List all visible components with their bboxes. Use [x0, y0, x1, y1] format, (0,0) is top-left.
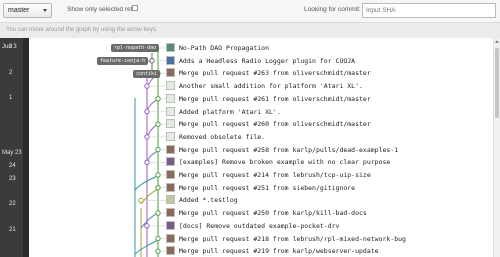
commit-message: [examples] Remove broken example with no… — [179, 158, 391, 167]
commit-node[interactable] — [138, 197, 144, 204]
branch-select-value: master — [8, 7, 30, 14]
commit-row[interactable]: Merge pull request #258 from karlp/pulls… — [166, 144, 493, 156]
commit-node[interactable] — [155, 210, 161, 216]
only-selected-ref-label: Show only selected ref — [67, 6, 133, 13]
commit-node[interactable] — [155, 172, 161, 178]
chevron-down-icon — [43, 9, 47, 12]
commit-message: Merge pull request #214 from lebrush/tcp… — [179, 171, 371, 179]
commit-row[interactable]: Adds a Headless Radio Logger plugin for … — [166, 55, 493, 67]
commit-message: Merge pull request #261 from oliverschmi… — [179, 94, 371, 103]
avatar — [166, 119, 175, 129]
avatar — [166, 182, 175, 192]
avatar — [166, 208, 175, 218]
only-selected-ref-checkbox[interactable] — [132, 5, 138, 11]
ref-tag[interactable]: contiki — [133, 70, 161, 78]
avatar — [166, 131, 175, 141]
commit-row[interactable]: Merge pull request #260 from oliverschmi… — [166, 118, 493, 130]
commit-node[interactable] — [155, 248, 161, 254]
commit-node[interactable] — [155, 96, 161, 102]
commit-message: Merge pull request #251 from sieben/giti… — [179, 183, 356, 192]
commit-message: Another small addition for platform 'Ata… — [179, 82, 363, 91]
commit-node[interactable] — [155, 185, 161, 191]
avatar — [166, 157, 175, 167]
commit-message: Added *.testlog — [179, 196, 238, 205]
avatar — [166, 246, 175, 256]
commit-message: Merge pull request #219 from karlp/webse… — [179, 247, 379, 256]
commit-row[interactable]: Added *.testlog — [166, 194, 493, 206]
avatar — [166, 43, 175, 52]
scroll-up-arrow-icon[interactable] — [495, 40, 499, 43]
commit-message: Merge pull request #260 from oliverschmi… — [179, 120, 371, 129]
looking-for-commit-label: Looking for commit: — [304, 6, 361, 13]
commit-message: Merge pull request #250 from karlp/kill-… — [179, 209, 367, 218]
commit-node[interactable] — [144, 134, 150, 140]
commit-node[interactable] — [149, 58, 155, 64]
avatar — [166, 93, 175, 103]
avatar — [166, 144, 175, 154]
avatar — [166, 106, 175, 116]
commit-node[interactable] — [155, 146, 161, 153]
commit-row[interactable]: Merge pull request #251 from sieben/giti… — [166, 182, 493, 194]
commit-row[interactable]: Another small addition for platform 'Ata… — [166, 80, 493, 92]
commit-message: Merge pull request #218 from lebrush/rpl… — [179, 234, 406, 243]
sha-input[interactable] — [362, 3, 496, 18]
commit-row[interactable]: [docs] Remove outdated example-pocket-dr… — [166, 220, 493, 232]
commit-message: [docs] Remove outdated example-pocket-dr… — [179, 221, 340, 230]
scroll-thumb[interactable] — [495, 48, 499, 118]
toolbar: master Show only selected ref Looking fo… — [0, 0, 500, 23]
ref-tag[interactable]: feature-cooja-h — [97, 57, 149, 65]
commit-node[interactable] — [144, 223, 150, 229]
commit-row[interactable]: No-Path DAO Propagation — [166, 42, 493, 54]
commit-row[interactable]: Merge pull request #214 from lebrush/tcp… — [166, 169, 493, 181]
avatar — [166, 233, 175, 243]
commit-row[interactable]: Merge pull request #218 from lebrush/rpl… — [166, 233, 493, 245]
commit-message: No-Path DAO Propagation — [179, 44, 270, 52]
avatar — [166, 220, 175, 230]
ref-tag[interactable]: rpl-nopath-dao — [111, 44, 160, 52]
commit-node[interactable] — [144, 108, 150, 115]
commit-graph[interactable]: Jun 3 May 23 3 2 1 24 23 22 21 rpl-nopat… — [0, 38, 493, 257]
scrollbar[interactable] — [493, 38, 500, 257]
merge-curve — [140, 188, 159, 205]
avatar — [166, 81, 175, 91]
commit-message: Removed obsolete file. — [179, 132, 266, 141]
commit-row[interactable]: Merge pull request #250 from karlp/kill-… — [166, 207, 493, 219]
commit-node[interactable] — [144, 159, 150, 166]
branch-select[interactable]: master — [3, 3, 52, 18]
commit-row[interactable]: Merge pull request #263 from oliverschmi… — [166, 67, 493, 79]
avatar — [166, 195, 175, 205]
avatar — [166, 55, 175, 65]
avatar — [166, 170, 175, 179]
commit-message: Merge pull request #258 from karlp/pulls… — [179, 145, 399, 154]
commit-row[interactable]: Merge pull request #261 from oliverschmi… — [166, 93, 493, 105]
commit-message: Added platform 'Atari XL'. — [179, 107, 281, 116]
commit-node[interactable] — [155, 235, 161, 242]
commit-row[interactable]: Added platform 'Atari XL'. — [166, 106, 493, 118]
hint-bar: You can move around the graph by using t… — [0, 23, 500, 38]
commit-message: Merge pull request #263 from oliverschmi… — [179, 69, 371, 78]
commit-row[interactable]: Merge pull request #219 from karlp/webse… — [166, 245, 493, 257]
commit-node[interactable] — [144, 83, 150, 89]
commit-node[interactable] — [155, 121, 161, 127]
commit-row[interactable]: Removed obsolete file. — [166, 131, 493, 143]
commit-message: Adds a Headless Radio Logger plugin for … — [179, 56, 356, 65]
commit-row[interactable]: [examples] Remove broken example with no… — [166, 156, 493, 168]
avatar — [166, 68, 175, 78]
